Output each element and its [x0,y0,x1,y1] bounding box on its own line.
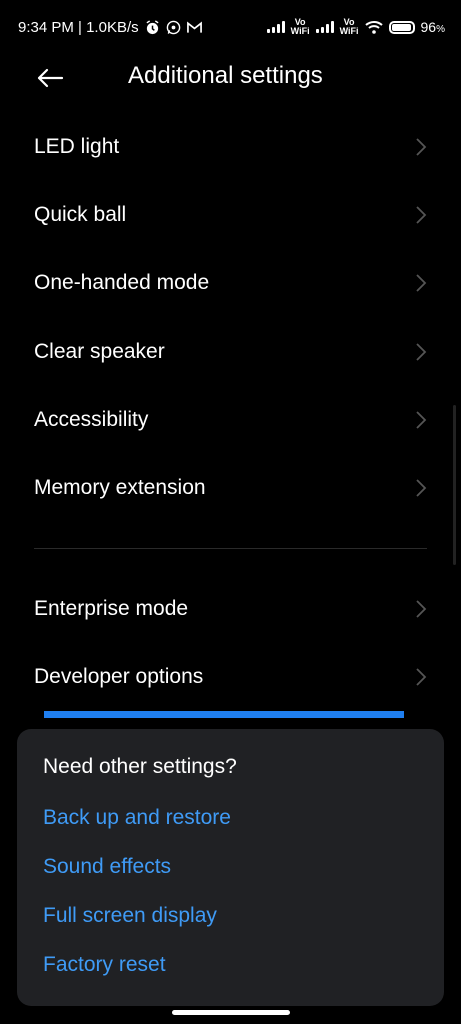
setting-label: Developer options [34,665,204,688]
chevron-right-icon [416,138,427,156]
setting-label: One-handed mode [34,271,210,294]
setting-row-developer-options[interactable]: Developer options [0,643,461,711]
vowifi-text-1: Vo WiFi [290,17,310,36]
scrollbar[interactable] [453,405,456,565]
signal-icon-2 [315,21,334,33]
setting-row-quick-ball[interactable]: Quick ball [0,181,461,249]
link-back-up-and-restore[interactable]: Back up and restore [43,806,231,830]
alarm-icon [145,19,160,35]
setting-row-enterprise-mode[interactable]: Enterprise mode [0,575,461,643]
back-button[interactable] [34,64,66,92]
vowifi-text-2: Vo WiFi [339,17,359,36]
link-factory-reset[interactable]: Factory reset [43,953,166,977]
battery-fill [391,23,411,31]
vowifi-label-2: Vo WiFi [340,18,359,36]
link-sound-effects[interactable]: Sound effects [43,855,171,879]
home-indicator[interactable] [172,1010,290,1015]
battery-percent-unit: % [436,24,445,35]
setting-row-led-light[interactable]: LED light [0,113,461,181]
status-right: Vo WiFi Vo WiFi 96% [266,18,445,36]
setting-label: Enterprise mode [34,597,189,620]
other-settings-card: Need other settings? Back up and restore… [17,729,444,1006]
chevron-right-icon [416,274,427,292]
setting-label: Accessibility [34,408,149,431]
setting-label: Quick ball [34,203,127,226]
other-settings-title: Need other settings? [43,755,237,778]
chevron-right-icon [416,206,427,224]
status-left: 9:34 PM | 1.0KB/s [18,19,202,36]
whatsapp-icon [166,20,181,35]
section-divider [34,548,427,549]
link-full-screen-display[interactable]: Full screen display [43,904,217,928]
setting-row-clear-speaker[interactable]: Clear speaker [0,318,461,386]
setting-row-accessibility[interactable]: Accessibility [0,386,461,454]
battery-icon [388,20,415,34]
chevron-right-icon [416,668,427,686]
chevron-right-icon [416,479,427,497]
header: Additional settings [0,54,461,102]
gmail-icon [186,21,202,34]
battery-percent: 96% [421,19,445,35]
wifi-icon [364,20,383,34]
setting-row-memory-extension[interactable]: Memory extension [0,454,461,522]
signal-icon-1 [266,21,285,33]
status-time-speed: 9:34 PM | 1.0KB/s [18,18,139,36]
highlight-bar [44,711,404,718]
setting-row-one-handed-mode[interactable]: One-handed mode [0,249,461,317]
chevron-right-icon [416,600,427,618]
page-title: Additional settings [128,62,323,89]
setting-label: Memory extension [34,476,206,499]
chevron-right-icon [416,343,427,361]
setting-label: LED light [34,135,120,158]
chevron-right-icon [416,411,427,429]
status-bar: 9:34 PM | 1.0KB/s Vo WiFi Vo WiFi 96% [0,0,461,54]
back-arrow-icon [37,68,64,88]
battery-percent-value: 96 [420,19,437,35]
setting-label: Clear speaker [34,340,165,363]
vowifi-label-1: Vo WiFi [291,18,310,36]
